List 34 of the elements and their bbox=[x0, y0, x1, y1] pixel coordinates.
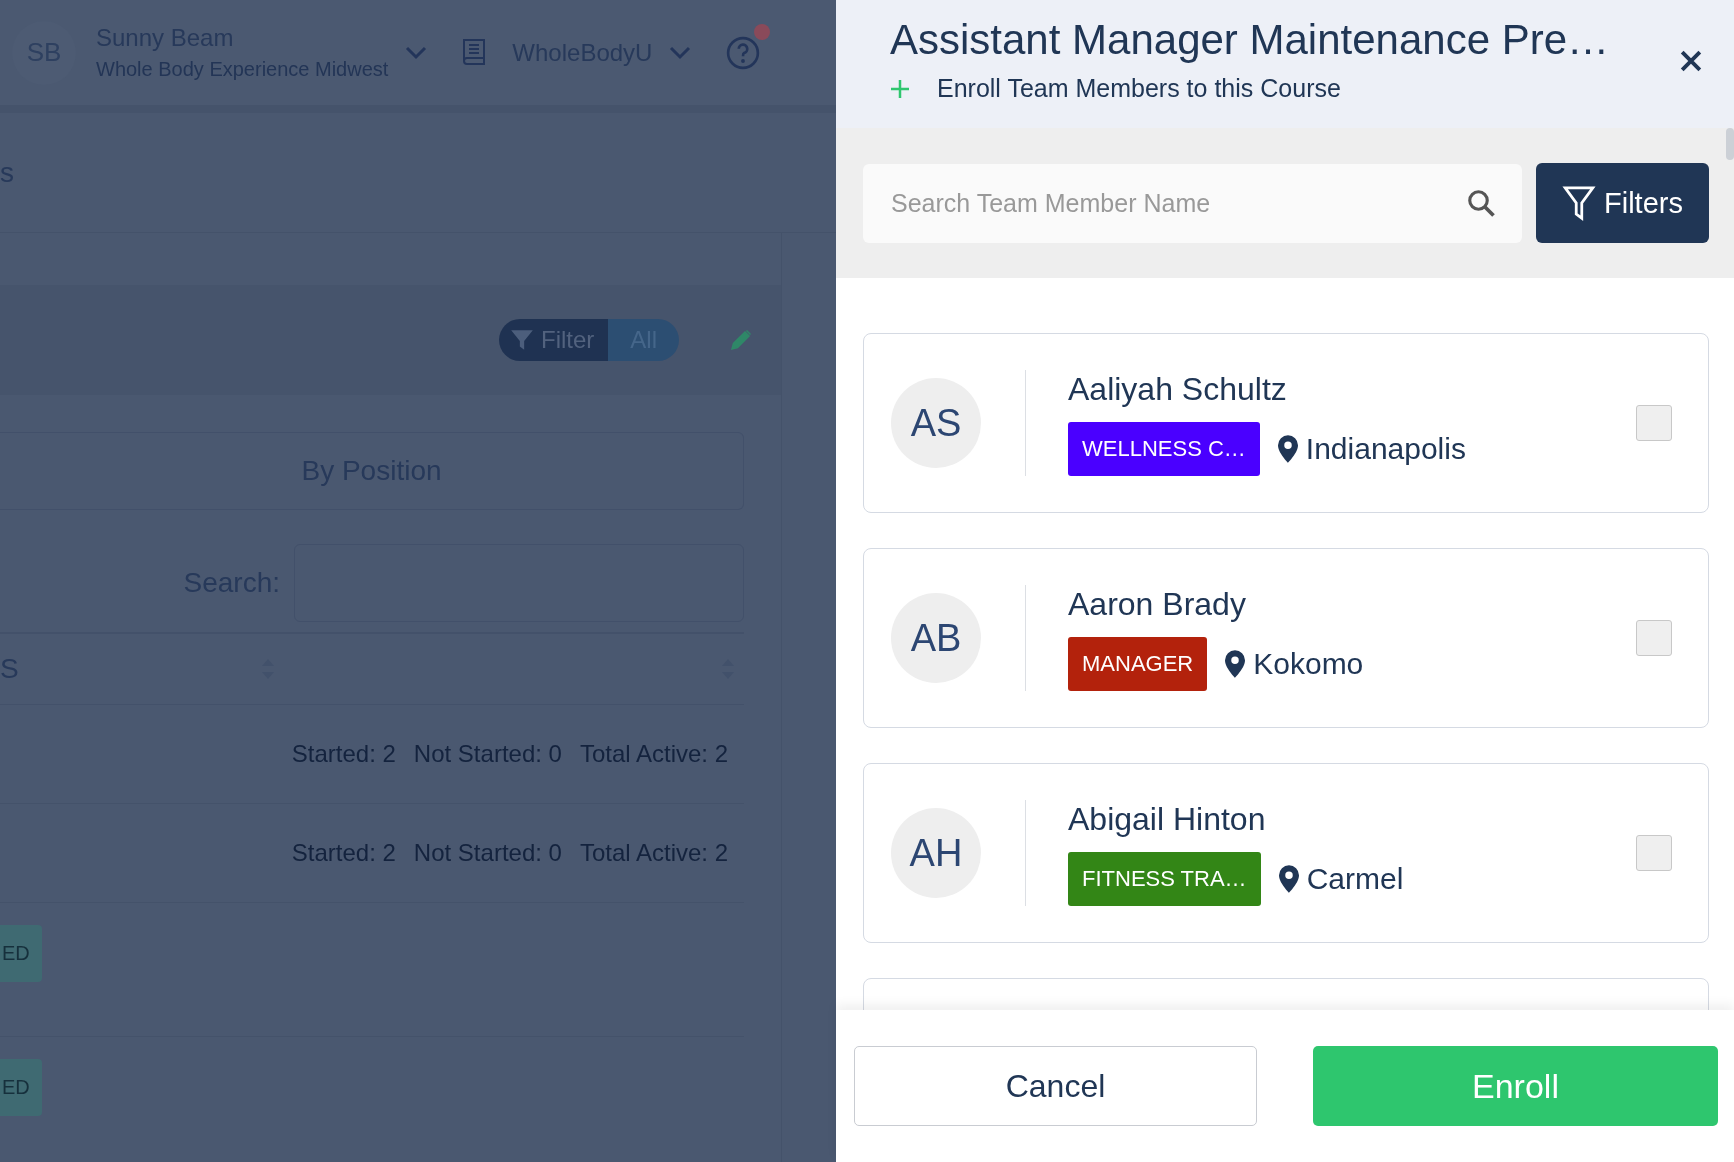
position-tag: WELLNESS C… bbox=[1068, 421, 1260, 476]
location-pin-icon bbox=[1278, 864, 1299, 893]
search-field[interactable]: Search Team Member Name bbox=[863, 163, 1522, 243]
enroll-button[interactable]: Enroll bbox=[1313, 1046, 1718, 1126]
member-name: Abigail Hinton bbox=[1068, 800, 1267, 838]
funnel-icon bbox=[499, 319, 535, 361]
location-pin-icon bbox=[1225, 649, 1246, 678]
plus-icon bbox=[890, 78, 910, 99]
member-name: Aaliyah Schultz bbox=[1068, 370, 1288, 408]
scrollbar[interactable] bbox=[1726, 128, 1734, 160]
search-icon bbox=[1466, 187, 1496, 218]
member-name: Aaron Brady bbox=[1068, 585, 1247, 623]
member-avatar: AS bbox=[891, 378, 981, 468]
cancel-button[interactable]: Cancel bbox=[854, 1046, 1257, 1126]
position-tag: MANAGER bbox=[1068, 636, 1208, 691]
close-icon[interactable] bbox=[1680, 50, 1702, 72]
location-text: Carmel bbox=[1306, 861, 1404, 896]
checkbox[interactable] bbox=[1636, 620, 1672, 656]
funnel-icon bbox=[1562, 185, 1596, 221]
help-icon[interactable] bbox=[726, 35, 761, 70]
checkbox[interactable] bbox=[1636, 405, 1672, 441]
status-badge: ED bbox=[0, 925, 42, 982]
pencil-icon[interactable] bbox=[729, 328, 753, 352]
filters-button[interactable]: Filters bbox=[1536, 163, 1709, 243]
location-text: Indianapolis bbox=[1305, 431, 1466, 466]
location-pin-icon bbox=[1277, 434, 1298, 463]
panel-subtitle: Enroll Team Members to this Course bbox=[937, 74, 1341, 103]
checkbox[interactable] bbox=[1636, 835, 1672, 871]
panel-title: Assistant Manager Maintenance Pre… bbox=[890, 16, 1611, 64]
status-badge: ED bbox=[0, 1059, 42, 1116]
member-avatar: AB bbox=[891, 593, 981, 683]
position-tag: FITNESS TRA… bbox=[1068, 851, 1261, 906]
member-avatar: AH bbox=[891, 808, 981, 898]
location-text: Kokomo bbox=[1253, 646, 1364, 681]
